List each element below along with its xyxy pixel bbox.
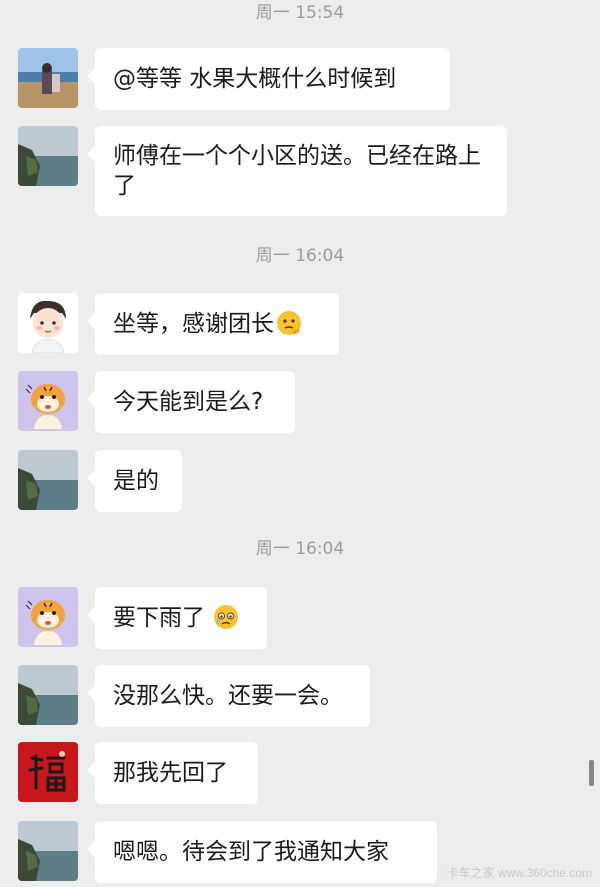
beach-photo-avatar[interactable] xyxy=(18,48,78,108)
crying-face-emoji xyxy=(214,605,238,629)
watermark: 卡车之家 www.360che.com xyxy=(446,866,592,880)
scrollbar[interactable] xyxy=(589,760,594,786)
timestamp: 周一 15:54 xyxy=(255,3,345,23)
message-bubble[interactable]: 那我先回了 xyxy=(87,742,258,804)
message-bubble[interactable]: 要下雨了 xyxy=(87,587,267,649)
coast-landscape-avatar[interactable] xyxy=(18,126,78,186)
message-bubble[interactable]: 师傅在一个个小区的送。已经在路上了 xyxy=(87,126,507,216)
message-text: 那我先回了 xyxy=(113,760,228,786)
message-text: 今天能到是么? xyxy=(113,389,264,415)
message-text: @等等 水果大概什么时候到 xyxy=(113,66,397,92)
message-text: 嗯嗯。待会到了我通知大家 xyxy=(113,839,389,865)
message-bubble[interactable]: 今天能到是么? xyxy=(87,371,295,433)
cartoon-tiger-avatar[interactable] xyxy=(18,371,78,431)
message-bubble[interactable]: 没那么快。还要一会。 xyxy=(87,665,370,727)
message-text: 要下雨了 xyxy=(113,605,205,631)
message-text: 师傅在一个个小区的送。已经在路上了 xyxy=(113,143,481,199)
message-text: 是的 xyxy=(113,468,159,494)
message-bubble[interactable]: 坐等，感谢团长 xyxy=(87,293,339,355)
red-fu-character-avatar[interactable] xyxy=(18,742,78,802)
message-bubble[interactable]: 嗯嗯。待会到了我通知大家 xyxy=(87,821,437,883)
message-bubble[interactable]: @等等 水果大概什么时候到 xyxy=(87,48,450,110)
thinking-face-emoji xyxy=(277,311,301,335)
coast-landscape-avatar[interactable] xyxy=(18,665,78,725)
timestamp: 周一 16:04 xyxy=(255,539,345,559)
coast-landscape-avatar[interactable] xyxy=(18,450,78,510)
message-text: 坐等，感谢团长 xyxy=(113,311,274,337)
cartoon-tiger-avatar[interactable] xyxy=(18,587,78,647)
cartoon-boy-avatar[interactable] xyxy=(18,293,78,353)
coast-landscape-avatar[interactable] xyxy=(18,821,78,881)
timestamp: 周一 16:04 xyxy=(255,246,345,266)
message-bubble[interactable]: 是的 xyxy=(87,450,182,512)
message-text: 没那么快。还要一会。 xyxy=(113,683,343,709)
